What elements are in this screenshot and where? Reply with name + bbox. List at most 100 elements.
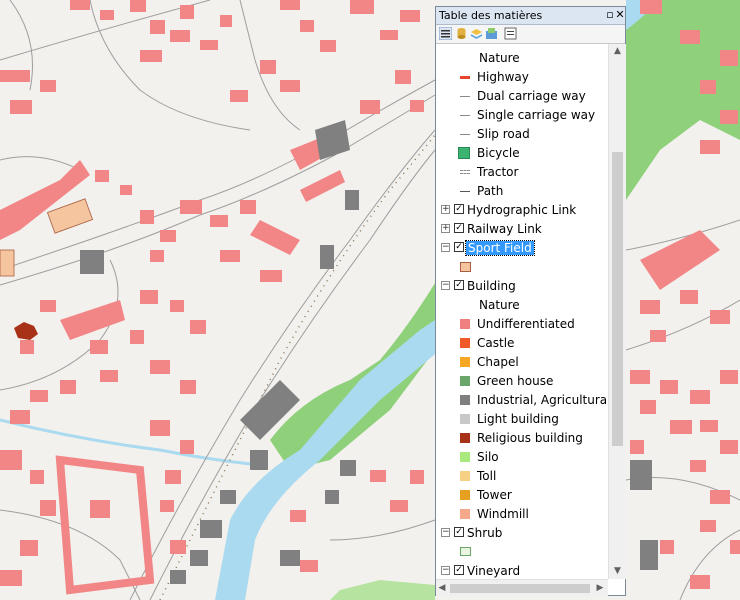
path-symbol (460, 191, 470, 192)
layer-visibility-checkbox[interactable]: ✓ (454, 223, 464, 233)
layer-sport-field[interactable]: − ✓ Sport Field (436, 239, 608, 258)
horizontal-scrollbar[interactable]: ◀ ▶ (436, 579, 608, 596)
list-by-visibility-icon[interactable] (470, 27, 483, 40)
vertical-scroll-thumb[interactable] (612, 152, 623, 446)
collapse-icon[interactable]: − (441, 281, 450, 290)
legend-item-windmill: Windmill (436, 505, 608, 524)
legend-header: Nature (436, 49, 608, 68)
legend-item-label: Windmill (477, 507, 529, 521)
scroll-down-arrow-icon[interactable]: ▼ (609, 564, 626, 579)
layer-vineyard[interactable]: − ✓ Vineyard (436, 562, 608, 579)
highway-symbol (460, 76, 470, 79)
list-by-drawing-order-icon[interactable] (439, 27, 452, 40)
horizontal-scroll-thumb[interactable] (450, 584, 590, 593)
collapse-icon[interactable]: − (441, 566, 450, 575)
legend-item-label: Tower (477, 488, 512, 502)
layer-label[interactable]: Vineyard (467, 564, 520, 578)
undifferentiated-symbol (460, 319, 470, 329)
legend-item-label: Silo (477, 450, 499, 464)
legend-item-toll: Toll (436, 467, 608, 486)
castle-symbol (460, 338, 470, 348)
toll-symbol (460, 471, 470, 481)
legend-item-label: Undifferentiated (477, 317, 575, 331)
legend-item-path: Path (436, 182, 608, 201)
layer-tree: Nature Highway Dual carriage way Single … (436, 44, 608, 579)
legend-item-chapel: Chapel (436, 353, 608, 372)
windmill-symbol (460, 509, 470, 519)
scroll-left-arrow-icon[interactable]: ◀ (436, 580, 448, 596)
close-icon[interactable]: ✕ (614, 9, 626, 21)
legend-item-single-carriage-way: Single carriage way (436, 106, 608, 125)
list-by-source-icon[interactable] (455, 27, 468, 40)
legend-item-bicycle: Bicycle (436, 144, 608, 163)
scroll-right-arrow-icon[interactable]: ▶ (594, 580, 606, 596)
legend-item-industrial: Industrial, Agricultural, C (436, 391, 608, 410)
layer-visibility-checkbox[interactable]: ✓ (454, 527, 464, 537)
legend-item-undifferentiated: Undifferentiated (436, 315, 608, 334)
list-by-selection-icon[interactable] (485, 27, 498, 40)
layer-shrub[interactable]: − ✓ Shrub (436, 524, 608, 543)
legend-item-tower: Tower (436, 486, 608, 505)
legend-item-label: Castle (477, 336, 515, 350)
legend-item-label: Path (477, 184, 504, 198)
industrial-symbol (460, 395, 470, 405)
legend-item-label: Green house (477, 374, 554, 388)
single-carriage-way-symbol (460, 115, 470, 116)
tractor-symbol (460, 170, 470, 174)
silo-symbol (460, 452, 470, 462)
map-view[interactable] (0, 0, 740, 600)
panel-title: Table des matières (439, 9, 543, 22)
layer-label[interactable]: Building (467, 279, 516, 293)
legend-item-tractor: Tractor (436, 163, 608, 182)
legend-item-highway: Highway (436, 68, 608, 87)
layer-label[interactable]: Shrub (467, 526, 502, 540)
layer-building[interactable]: − ✓ Building (436, 277, 608, 296)
expand-icon[interactable]: + (441, 224, 450, 233)
sport-field (0, 249, 15, 277)
collapse-icon[interactable]: − (441, 243, 450, 252)
legend-item-label: Chapel (477, 355, 519, 369)
legend-item-castle: Castle (436, 334, 608, 353)
legend-item-light-building: Light building (436, 410, 608, 429)
table-of-contents-panel: Table des matières ▫ ✕ Nature Highway Du… (435, 6, 626, 596)
legend-item-label: Highway (477, 70, 529, 84)
collapse-icon[interactable]: − (441, 528, 450, 537)
legend-item-label: Tractor (477, 165, 519, 179)
layer-visibility-checkbox[interactable]: ✓ (454, 565, 464, 575)
legend-item-label: Single carriage way (477, 108, 596, 122)
layer-visibility-checkbox[interactable]: ✓ (454, 242, 464, 252)
legend-item-label: Bicycle (477, 146, 520, 160)
layer-railway-link[interactable]: + ✓ Railway Link (436, 220, 608, 239)
legend-header-label: Nature (479, 51, 520, 65)
religious-building-symbol (460, 433, 470, 443)
legend-item-label: Light building (477, 412, 559, 426)
legend-item-religious-building: Religious building (436, 429, 608, 448)
layer-label[interactable]: Hydrographic Link (467, 203, 576, 217)
layer-label[interactable]: Railway Link (467, 222, 542, 236)
scroll-up-arrow-icon[interactable]: ▲ (609, 44, 626, 59)
bicycle-symbol (458, 147, 470, 159)
light-building-symbol (460, 414, 470, 424)
legend-item-label: Dual carriage way (477, 89, 586, 103)
shrub-symbol (460, 547, 471, 556)
panel-title-bar: Table des matières ▫ ✕ (436, 7, 625, 25)
legend-item-label: Slip road (477, 127, 530, 141)
tower-symbol (460, 490, 470, 500)
layer-visibility-checkbox[interactable]: ✓ (454, 280, 464, 290)
legend-item-label: Religious building (477, 431, 583, 445)
legend-item-slip-road: Slip road (436, 125, 608, 144)
slip-road-symbol (460, 134, 470, 135)
layer-visibility-checkbox[interactable]: ✓ (454, 204, 464, 214)
options-icon[interactable] (504, 27, 517, 40)
vertical-scrollbar[interactable]: ▲ ▼ (608, 44, 626, 579)
legend-item-shrub (436, 543, 608, 562)
legend-item-label: Industrial, Agricultural, C (477, 393, 608, 407)
legend-header: Nature (436, 296, 608, 315)
legend-item-silo: Silo (436, 448, 608, 467)
panel-toolbar (436, 25, 625, 44)
legend-item-sport-field (436, 258, 608, 277)
expand-icon[interactable]: + (441, 205, 450, 214)
green-house-symbol (460, 376, 470, 386)
layer-hydrographic-link[interactable]: + ✓ Hydrographic Link (436, 201, 608, 220)
layer-label[interactable]: Sport Field (465, 240, 535, 256)
